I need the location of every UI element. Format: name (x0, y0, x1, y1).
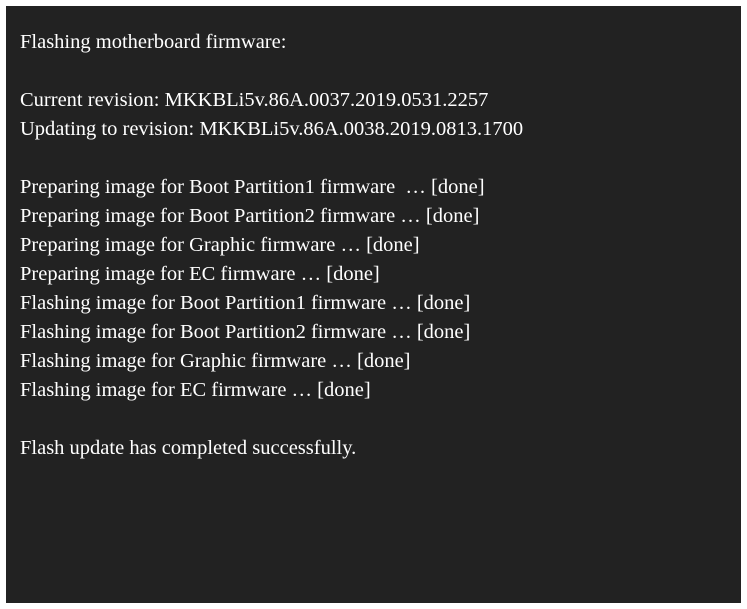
completion-message-line: Flash update has completed successfully. (20, 437, 357, 459)
step-line-flash-boot-partition2: Flashing image for Boot Partition2 firmw… (20, 321, 471, 343)
console-title-line: Flashing motherboard firmware: (20, 31, 287, 53)
step-line-flash-boot-partition1: Flashing image for Boot Partition1 firmw… (20, 292, 471, 314)
updating-revision-line: Updating to revision: MKKBLi5v.86A.0038.… (20, 118, 524, 140)
step-line-prepare-boot-partition2: Preparing image for Boot Partition2 firm… (20, 205, 480, 227)
step-line-prepare-boot-partition1: Preparing image for Boot Partition1 firm… (20, 176, 485, 198)
console-output-panel: Flashing motherboard firmware: Current r… (6, 6, 741, 603)
current-revision-line: Current revision: MKKBLi5v.86A.0037.2019… (20, 89, 489, 111)
step-line-prepare-graphic: Preparing image for Graphic firmware … [… (20, 234, 420, 256)
step-line-prepare-ec: Preparing image for EC firmware … [done] (20, 263, 380, 285)
step-line-flash-graphic: Flashing image for Graphic firmware … [d… (20, 350, 411, 372)
step-line-flash-ec: Flashing image for EC firmware … [done] (20, 379, 371, 401)
